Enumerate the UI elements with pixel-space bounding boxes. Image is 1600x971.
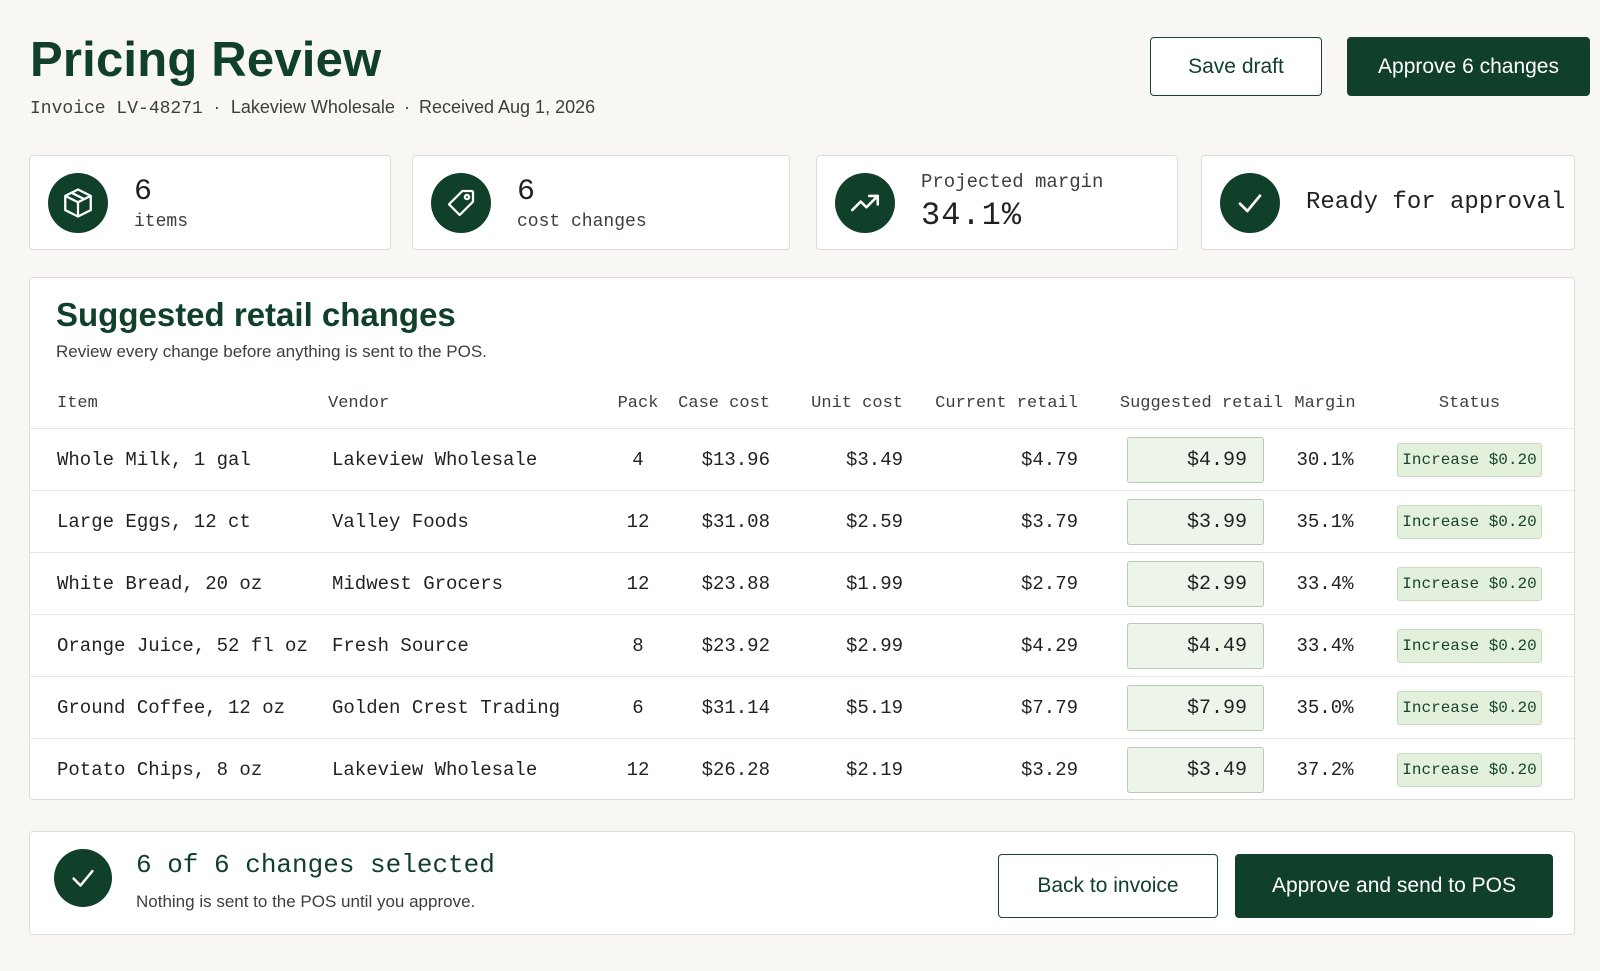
row-case-cost: $23.92 <box>701 635 770 657</box>
invoice-meta: Invoice LV-48271 · Lakeview Wholesale · … <box>30 97 595 119</box>
row-case-cost: $26.28 <box>701 759 770 781</box>
suggested-retail-input[interactable]: $4.99 <box>1127 437 1264 483</box>
status-badge: Increase $0.20 <box>1397 629 1542 663</box>
items-label: items <box>134 211 189 232</box>
row-unit-cost: $5.19 <box>845 697 903 719</box>
suggested-retail-input[interactable]: $3.49 <box>1127 747 1264 793</box>
stat-card-items: 6 items <box>29 155 391 250</box>
column-header-current-retail: Current retail <box>935 394 1078 413</box>
row-case-cost: $23.88 <box>701 573 770 595</box>
column-header-suggested-retail: Suggested retail <box>1119 394 1284 413</box>
items-count: 6 <box>134 174 153 209</box>
invoice-number: Invoice LV-48271 <box>30 99 203 119</box>
row-vendor: Lakeview Wholesale <box>332 449 538 471</box>
row-current-retail: $4.79 <box>1020 449 1078 471</box>
invoice-received: Received Aug 1, 2026 <box>418 97 596 117</box>
back-to-invoice-button[interactable]: Back to invoice <box>998 854 1218 918</box>
row-current-retail: $3.29 <box>1020 759 1078 781</box>
section-title: Suggested retail changes <box>56 296 456 333</box>
row-unit-cost: $2.99 <box>845 635 903 657</box>
row-vendor: Midwest Grocers <box>332 573 504 595</box>
row-vendor: Fresh Source <box>332 635 469 657</box>
stat-card-margin: Projected margin 34.1% <box>816 155 1178 250</box>
ready-status: Ready for approval <box>1306 189 1566 216</box>
column-header-item: Item <box>57 394 98 413</box>
row-item: Potato Chips, 8 oz <box>57 759 263 781</box>
row-vendor: Lakeview Wholesale <box>332 759 538 781</box>
meta-separator: · <box>403 97 410 117</box>
approve-and-send-button[interactable]: Approve and send to POS <box>1235 854 1553 918</box>
check-icon <box>1220 172 1280 233</box>
status-badge: Increase $0.20 <box>1397 567 1542 601</box>
stat-card-ready: Ready for approval <box>1201 155 1575 250</box>
row-case-cost: $13.96 <box>701 449 770 471</box>
page-title: Pricing Review <box>30 33 382 87</box>
row-current-retail: $2.79 <box>1020 573 1078 595</box>
row-item: Large Eggs, 12 ct <box>57 511 251 533</box>
suggested-retail-input[interactable]: $4.49 <box>1127 623 1264 669</box>
row-unit-cost: $2.59 <box>845 511 903 533</box>
projected-margin-value: 34.1% <box>921 197 1023 234</box>
footer-note: Nothing is sent to the POS until you app… <box>136 892 476 911</box>
trend-up-icon <box>835 172 895 233</box>
row-margin: 37.2% <box>1296 759 1354 781</box>
status-badge: Increase $0.20 <box>1397 691 1542 725</box>
table-row: Orange Juice, 52 fl oz Fresh Source 8 $2… <box>30 614 1574 676</box>
row-unit-cost: $1.99 <box>845 573 903 595</box>
invoice-vendor: Lakeview Wholesale <box>230 97 395 117</box>
row-current-retail: $7.79 <box>1020 697 1078 719</box>
approval-footer: 6 of 6 changes selected Nothing is sent … <box>29 831 1575 935</box>
column-header-vendor: Vendor <box>328 394 390 413</box>
row-vendor: Golden Crest Trading <box>332 697 561 719</box>
selection-summary: 6 of 6 changes selected <box>136 850 495 880</box>
check-circle-icon <box>54 849 112 907</box>
box-icon <box>48 172 108 233</box>
row-unit-cost: $2.19 <box>845 759 903 781</box>
meta-separator: · <box>213 97 220 117</box>
suggested-retail-input[interactable]: $7.99 <box>1127 685 1264 731</box>
column-header-case-cost: Case cost <box>678 394 770 413</box>
row-vendor: Valley Foods <box>332 511 469 533</box>
save-draft-button[interactable]: Save draft <box>1150 37 1322 96</box>
column-header-unit-cost: Unit cost <box>811 394 903 413</box>
table-row: Whole Milk, 1 gal Lakeview Wholesale 4 $… <box>30 428 1574 490</box>
row-margin: 35.0% <box>1296 697 1354 719</box>
table-row: Large Eggs, 12 ct Valley Foods 12 $31.08… <box>30 490 1574 552</box>
row-margin: 35.1% <box>1296 511 1354 533</box>
row-current-retail: $3.79 <box>1020 511 1078 533</box>
table-row: Ground Coffee, 12 oz Golden Crest Tradin… <box>30 676 1574 738</box>
table-row: White Bread, 20 oz Midwest Grocers 12 $2… <box>30 552 1574 614</box>
row-margin: 33.4% <box>1296 573 1354 595</box>
retail-changes-panel: Suggested retail changes Review every ch… <box>29 277 1575 800</box>
suggested-retail-input[interactable]: $2.99 <box>1127 561 1264 607</box>
row-item: Orange Juice, 52 fl oz <box>57 635 308 657</box>
table-row: Potato Chips, 8 oz Lakeview Wholesale 12… <box>30 738 1574 800</box>
tag-icon <box>431 172 491 233</box>
row-case-cost: $31.08 <box>701 511 770 533</box>
section-subtitle: Review every change before anything is s… <box>56 342 487 361</box>
cost-changes-count: 6 <box>517 174 536 209</box>
margin-caption: Projected margin <box>921 171 1104 193</box>
row-item: White Bread, 20 oz <box>57 573 263 595</box>
row-item: Ground Coffee, 12 oz <box>57 697 286 719</box>
cost-changes-label: cost changes <box>517 211 647 232</box>
column-header-margin: Margin <box>1294 394 1356 413</box>
row-current-retail: $4.29 <box>1020 635 1078 657</box>
stat-card-cost-changes: 6 cost changes <box>412 155 790 250</box>
status-badge: Increase $0.20 <box>1397 443 1542 477</box>
row-unit-cost: $3.49 <box>845 449 903 471</box>
suggested-retail-input[interactable]: $3.99 <box>1127 499 1264 545</box>
row-margin: 33.4% <box>1296 635 1354 657</box>
status-badge: Increase $0.20 <box>1397 505 1542 539</box>
status-badge: Increase $0.20 <box>1397 753 1542 787</box>
column-header-status: Status <box>1438 394 1501 413</box>
row-margin: 30.1% <box>1296 449 1354 471</box>
row-case-cost: $31.14 <box>701 697 770 719</box>
approve-changes-button[interactable]: Approve 6 changes <box>1347 37 1590 96</box>
row-item: Whole Milk, 1 gal <box>57 449 251 471</box>
